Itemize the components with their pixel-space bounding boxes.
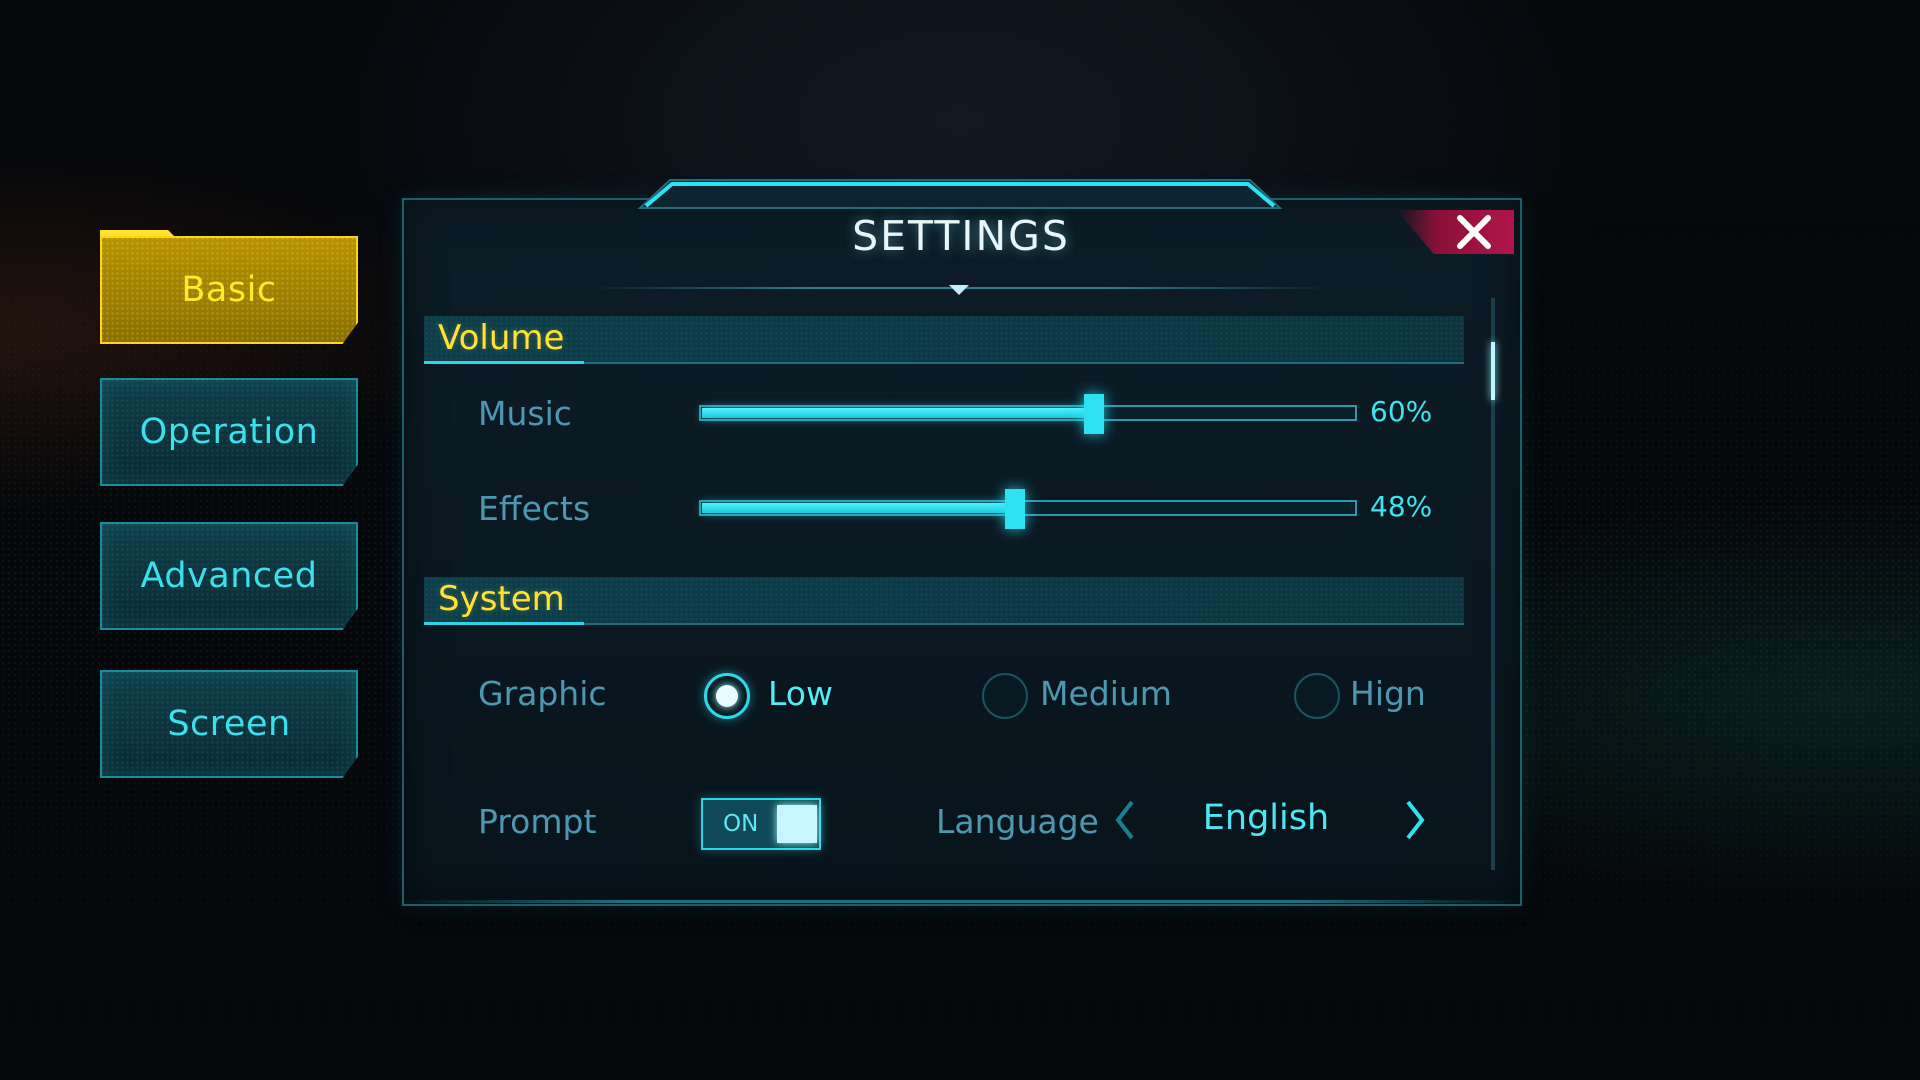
tab-basic[interactable]: Basic [100,236,358,344]
graphic-label: Graphic [478,674,607,713]
music-label: Music [478,394,572,433]
prompt-toggle-knob [777,805,817,843]
music-slider[interactable] [699,405,1357,421]
panel-bottom-glow [402,900,1522,903]
graphic-high-radio[interactable] [1294,673,1340,719]
effects-slider-thumb[interactable] [1005,489,1025,529]
settings-title: SETTINGS [852,212,1070,260]
prompt-toggle[interactable]: ON [701,798,821,850]
system-section-title: System [438,579,565,619]
graphic-low-radio[interactable] [704,673,750,719]
system-section-header: System [424,577,1464,625]
title-chevron-icon [949,285,969,295]
tab-advanced[interactable]: Advanced [100,522,358,630]
music-slider-thumb[interactable] [1084,394,1104,434]
graphic-high-label[interactable]: Hign [1350,674,1426,713]
volume-section-header: Volume [424,316,1464,364]
close-icon[interactable] [1454,214,1494,250]
graphic-medium-label[interactable]: Medium [1040,674,1172,713]
tab-advanced-label: Advanced [140,556,318,596]
section-accent-line [424,361,584,364]
scrollbar-thumb[interactable] [1491,342,1495,400]
tab-operation[interactable]: Operation [100,378,358,486]
section-accent-line [424,622,584,625]
tab-screen[interactable]: Screen [100,670,358,778]
music-value: 60% [1370,395,1433,428]
effects-slider[interactable] [699,500,1357,516]
tab-operation-label: Operation [139,412,319,452]
language-value: English [1202,798,1330,838]
graphic-medium-radio[interactable] [982,673,1028,719]
prompt-toggle-state: ON [723,811,759,837]
tab-basic-label: Basic [181,270,277,310]
panel-top-frame [637,179,1283,209]
graphic-low-label[interactable]: Low [768,674,833,713]
prompt-label: Prompt [478,802,597,841]
tab-screen-label: Screen [167,704,291,744]
chevron-right-icon[interactable] [1400,798,1430,842]
effects-value: 48% [1370,490,1433,523]
effects-label: Effects [478,489,591,528]
chevron-left-icon[interactable] [1110,798,1140,842]
music-slider-fill [702,408,1093,418]
effects-slider-fill [702,503,1015,513]
settings-panel [402,198,1522,906]
volume-section-title: Volume [438,318,565,358]
language-label: Language [936,802,1099,841]
active-tab-accent [100,230,174,236]
